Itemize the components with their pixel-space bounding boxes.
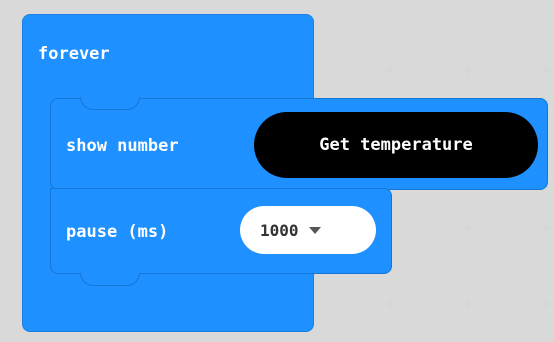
pause-duration-value: 1000 xyxy=(260,220,299,240)
grid-plus-icon xyxy=(540,64,552,76)
block-notch xyxy=(80,273,140,286)
triangle-down-icon xyxy=(308,226,321,234)
block-notch xyxy=(80,97,140,110)
grid-plus-icon xyxy=(462,222,474,234)
grid-plus-icon xyxy=(384,64,396,76)
grid-plus-icon xyxy=(540,222,552,234)
forever-block-label: forever xyxy=(38,44,110,64)
grid-plus-icon xyxy=(462,298,474,310)
pause-label: pause (ms) xyxy=(66,222,169,242)
show-number-label: show number xyxy=(66,136,179,156)
get-temperature-reporter[interactable]: Get temperature xyxy=(254,112,538,178)
get-temperature-label: Get temperature xyxy=(319,135,473,155)
grid-plus-icon xyxy=(384,298,396,310)
pause-duration-dropdown[interactable]: 1000 xyxy=(240,206,376,254)
grid-plus-icon xyxy=(462,64,474,76)
grid-plus-icon xyxy=(540,298,552,310)
